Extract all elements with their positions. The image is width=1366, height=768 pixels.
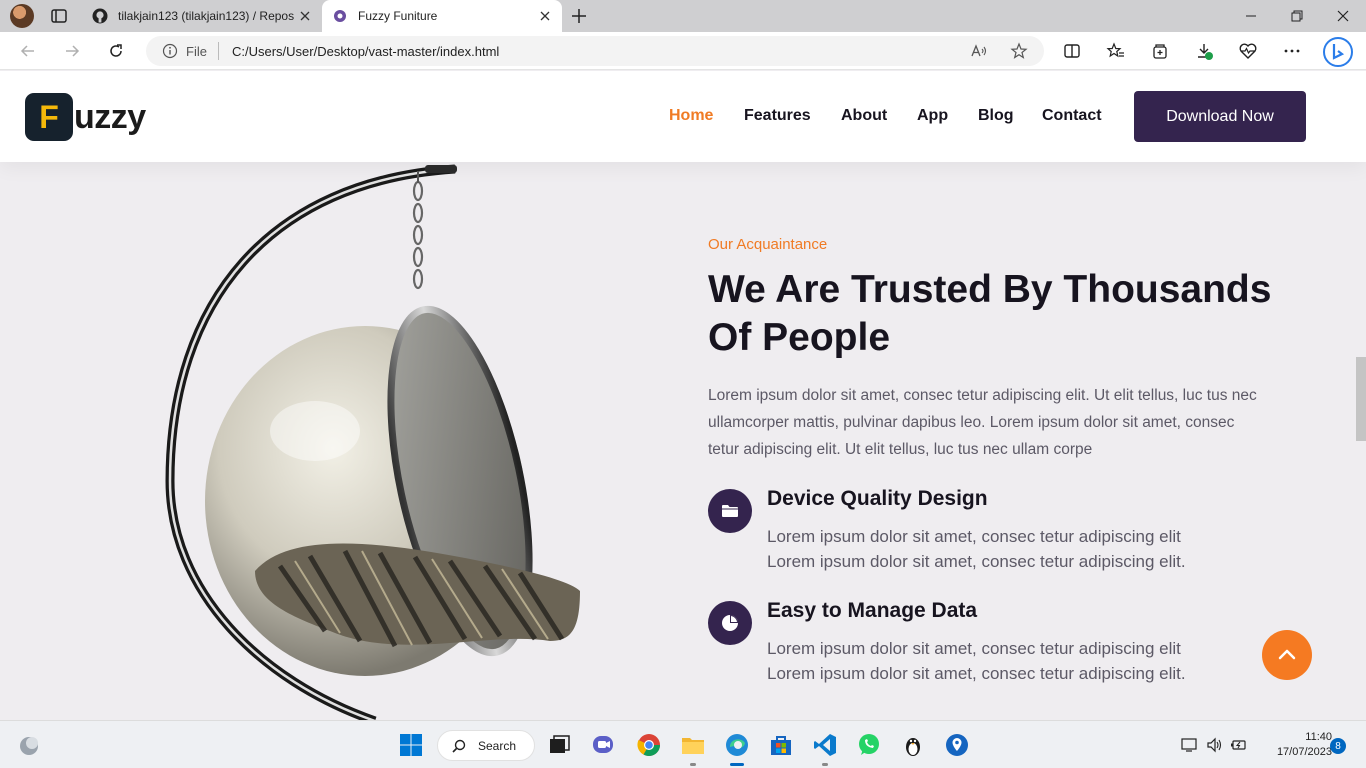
chrome-icon[interactable] (636, 732, 662, 758)
teams-chat-icon[interactable] (590, 732, 616, 758)
nav-contact[interactable]: Contact (1042, 107, 1102, 125)
section-title: We Are Trusted By Thousands Of People (708, 266, 1288, 362)
feature-text: Lorem ipsum dolor sit amet, consec tetur… (767, 524, 1257, 574)
back-icon[interactable] (18, 41, 38, 61)
network-display-icon[interactable] (1181, 737, 1199, 753)
close-icon[interactable] (538, 9, 552, 23)
tab-github[interactable]: tilakjain123 (tilakjain123) / Repos (84, 0, 320, 32)
active-app-indicator (730, 763, 744, 766)
volume-icon[interactable] (1206, 737, 1224, 753)
read-aloud-icon[interactable] (970, 42, 988, 60)
nav-blog[interactable]: Blog (978, 107, 1014, 125)
linux-penguin-icon[interactable] (900, 732, 926, 758)
weather-widget-icon[interactable] (16, 732, 42, 758)
feature-text-line: Lorem ipsum dolor sit amet, consec tetur… (767, 552, 1186, 571)
address-toolbar: File C:/Users/User/Desktop/vast-master/i… (0, 32, 1366, 70)
feature-text-line: Lorem ipsum dolor sit amet, consec tetur… (767, 664, 1186, 683)
nav-home[interactable]: Home (669, 107, 713, 125)
pie-chart-icon (722, 615, 738, 631)
close-icon (1337, 10, 1349, 22)
search-icon (452, 739, 466, 753)
close-window-button[interactable] (1320, 0, 1366, 32)
notification-badge[interactable]: 8 (1330, 738, 1346, 754)
profile-avatar[interactable] (10, 4, 34, 28)
microsoft-store-icon[interactable] (768, 732, 794, 758)
system-clock[interactable]: 11:40 17/07/2023 (1252, 730, 1332, 760)
clock-date: 17/07/2023 (1276, 746, 1332, 758)
vscode-icon[interactable] (812, 732, 838, 758)
nav-app[interactable]: App (917, 107, 948, 125)
github-icon (92, 8, 108, 24)
file-explorer-icon[interactable] (680, 732, 706, 758)
running-indicator (822, 763, 828, 766)
web-page: F uzzy Home Features About App Blog Cont… (0, 71, 1366, 720)
collections-icon[interactable] (1150, 41, 1170, 61)
hanging-chair-image (165, 164, 580, 720)
divider (218, 42, 219, 60)
feature-text-line: Lorem ipsum dolor sit amet, consec tetur… (767, 639, 1181, 658)
minimize-icon (1246, 15, 1256, 17)
site-header: F uzzy Home Features About App Blog Cont… (0, 71, 1366, 162)
download-now-button[interactable]: Download Now (1134, 91, 1306, 142)
browser-tab-bar: tilakjain123 (tilakjain123) / Repos Fuzz… (0, 0, 1366, 32)
section-description: Lorem ipsum dolor sit amet, consec tetur… (708, 387, 1257, 458)
forward-icon[interactable] (62, 41, 82, 61)
more-options-icon[interactable] (1282, 41, 1302, 61)
refresh-icon[interactable] (106, 41, 126, 61)
search-label: Search (478, 738, 517, 753)
logo-mark: F (25, 93, 73, 141)
feature-icon-badge (708, 601, 752, 645)
address-field[interactable]: File C:/Users/User/Desktop/vast-master/i… (146, 36, 1044, 66)
bing-copilot-icon[interactable] (1322, 36, 1354, 68)
restore-button[interactable] (1274, 0, 1320, 32)
nav-about[interactable]: About (841, 107, 887, 125)
favorite-star-icon[interactable] (1010, 42, 1028, 60)
folder-icon (722, 505, 738, 517)
scroll-to-top-button[interactable] (1262, 630, 1312, 680)
url-scheme: File (186, 44, 207, 59)
windows-taskbar: Search 11:40 17/07/2023 8 (0, 720, 1366, 768)
edge-icon[interactable] (724, 732, 750, 758)
tab-title: tilakjain123 (tilakjain123) / Repos (118, 9, 295, 23)
site-favicon (334, 10, 346, 22)
section-title-line-1: We Are Trusted By Thousands (708, 268, 1272, 311)
feature-title: Device Quality Design (767, 487, 988, 510)
section-eyebrow: Our Acquaintance (708, 236, 828, 253)
restore-icon (1291, 10, 1303, 22)
feature-title: Easy to Manage Data (767, 599, 978, 622)
battery-icon[interactable] (1230, 737, 1248, 753)
maps-pin-icon[interactable] (944, 732, 970, 758)
scrollbar-thumb[interactable] (1356, 357, 1366, 441)
split-screen-icon[interactable] (1062, 41, 1082, 61)
clock-time: 11:40 (1305, 731, 1332, 743)
performance-icon[interactable] (1238, 41, 1258, 61)
taskbar-search[interactable]: Search (437, 730, 535, 761)
url-text[interactable]: C:/Users/User/Desktop/vast-master/index.… (232, 44, 499, 59)
close-icon[interactable] (298, 9, 312, 23)
feature-text-line: Lorem ipsum dolor sit amet, consec tetur… (767, 527, 1181, 546)
logo-word: uzzy (74, 97, 146, 136)
downloads-icon[interactable] (1194, 41, 1214, 61)
nav-features[interactable]: Features (744, 107, 811, 125)
tab-fuzzy-funiture[interactable]: Fuzzy Funiture (322, 0, 562, 32)
task-view-icon[interactable] (546, 732, 572, 758)
windows-start-icon[interactable] (398, 732, 424, 758)
site-logo[interactable]: F uzzy (25, 93, 146, 141)
feature-text: Lorem ipsum dolor sit amet, consec tetur… (767, 636, 1257, 686)
running-indicator (690, 763, 696, 766)
favorites-icon[interactable] (1106, 41, 1126, 61)
feature-icon-badge (708, 489, 752, 533)
tab-actions-icon[interactable] (50, 7, 68, 25)
minimize-button[interactable] (1228, 0, 1274, 32)
info-icon[interactable] (162, 43, 178, 59)
chevron-up-icon (1278, 649, 1296, 660)
whatsapp-icon[interactable] (856, 732, 882, 758)
section-title-line-2: Of People (708, 316, 891, 359)
new-tab-icon[interactable] (570, 7, 588, 25)
page-scrollbar[interactable] (1356, 162, 1366, 720)
tab-title: Fuzzy Funiture (358, 9, 438, 23)
